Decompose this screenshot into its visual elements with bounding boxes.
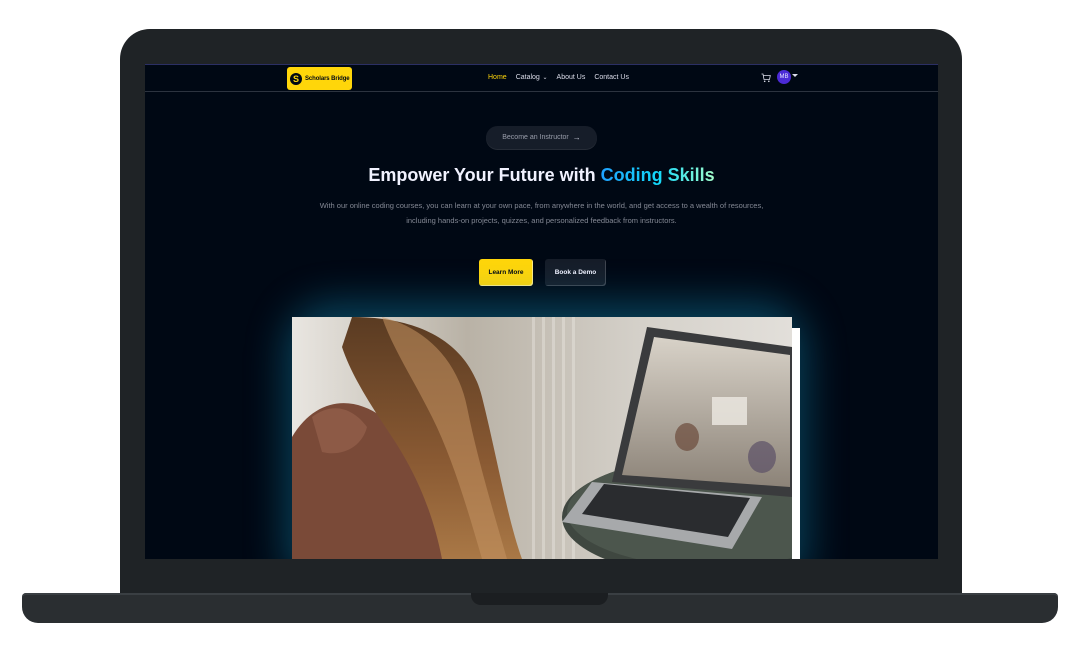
hero-title-prefix: Empower Your Future with: [368, 165, 601, 185]
learn-more-button[interactable]: Learn More: [479, 259, 533, 286]
hero-video[interactable]: [292, 317, 792, 559]
nav-link-about[interactable]: About Us: [557, 74, 586, 81]
hero-title-highlight: Coding Skills: [600, 165, 715, 185]
nav-link-contact[interactable]: Contact Us: [594, 74, 629, 81]
logo-text: Scholars Bridge: [305, 75, 350, 82]
laptop-screen: S Scholars Bridge Home Catalog ⌄ About U…: [145, 64, 938, 559]
arrow-right-icon: →: [572, 133, 581, 142]
book-demo-button[interactable]: Book a Demo: [545, 259, 606, 286]
nav-link-home[interactable]: Home: [488, 74, 507, 81]
hero-description: With our online coding courses, you can …: [319, 201, 764, 225]
cart-icon[interactable]: [761, 73, 771, 83]
avatar[interactable]: MB: [777, 70, 791, 84]
hero-video-image: [292, 317, 792, 559]
hero-title: Empower Your Future with Coding Skills: [145, 165, 938, 186]
chevron-down-icon: ⌄: [540, 75, 548, 81]
navbar: S Scholars Bridge Home Catalog ⌄ About U…: [145, 64, 938, 92]
caret-down-icon[interactable]: [792, 74, 798, 77]
laptop-notch: [471, 593, 608, 605]
logo-icon: S: [290, 72, 302, 85]
logo[interactable]: S Scholars Bridge: [287, 67, 352, 90]
nav-link-catalog-label: Catalog: [515, 74, 540, 81]
nav-link-catalog[interactable]: Catalog ⌄: [516, 74, 548, 81]
nav-links: Home Catalog ⌄ About Us Contact Us: [488, 74, 629, 81]
become-instructor-button[interactable]: Become an Instructor →: [486, 126, 597, 149]
become-instructor-label: Become an Instructor: [502, 134, 569, 141]
